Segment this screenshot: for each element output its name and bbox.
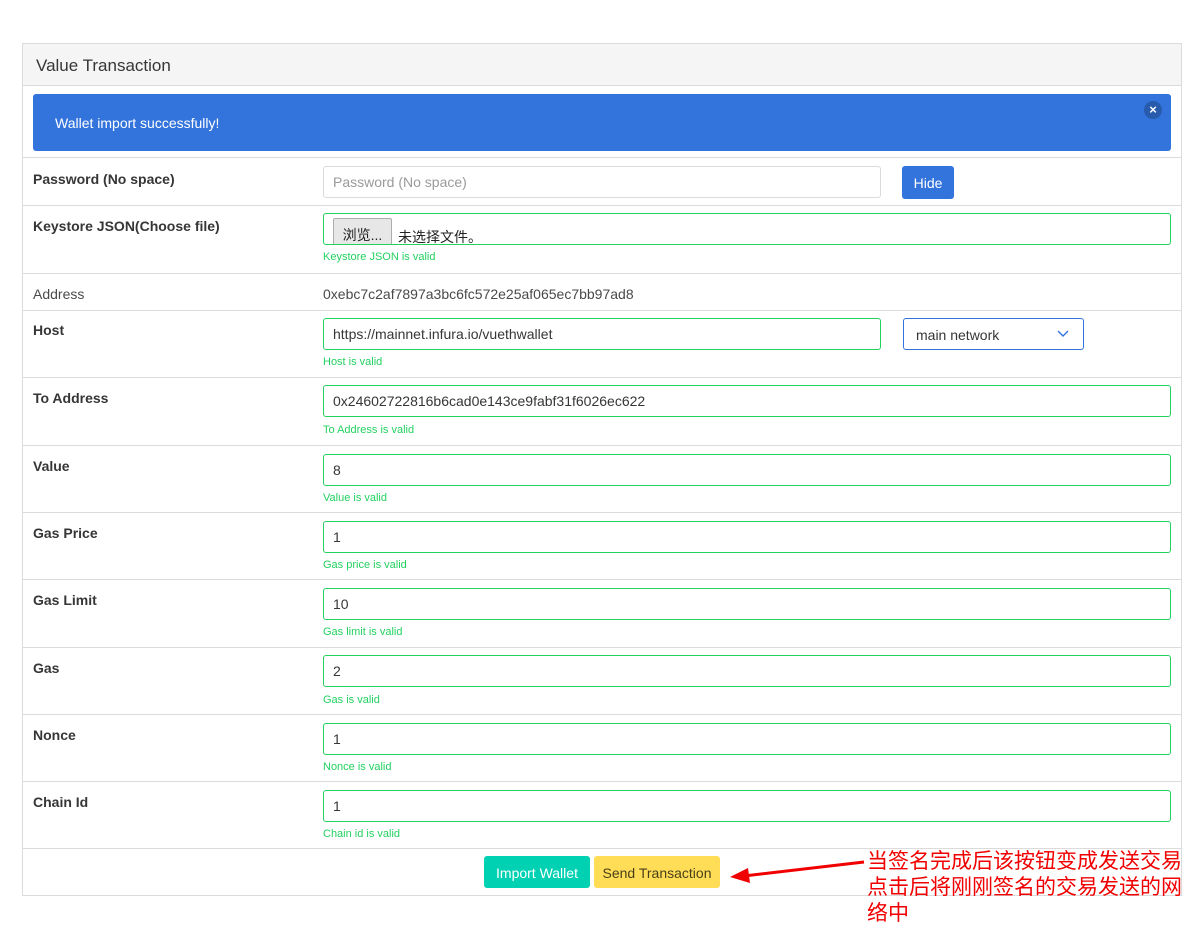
keystore-help: Keystore JSON is valid: [323, 251, 436, 263]
password-label: Password (No space): [33, 171, 175, 187]
nonce-input[interactable]: 1: [323, 723, 1171, 755]
password-input[interactable]: Password (No space): [323, 166, 881, 198]
chevron-down-icon: [1057, 330, 1069, 337]
host-label: Host: [33, 322, 65, 338]
import-wallet-button[interactable]: Import Wallet: [484, 856, 590, 888]
gas-price-label: Gas Price: [33, 525, 98, 541]
gas-price-help: Gas price is valid: [323, 559, 407, 571]
value-transaction-panel: Value Transaction Wallet import successf…: [22, 43, 1182, 896]
gas-row: Gas 2 Gas is valid: [23, 647, 1181, 714]
close-notification-button[interactable]: ×: [1144, 101, 1162, 119]
chain-id-input[interactable]: 1: [323, 790, 1171, 822]
to-address-help: To Address is valid: [323, 424, 415, 436]
gas-price-input[interactable]: 1: [323, 521, 1171, 553]
to-address-input[interactable]: 0x24602722816b6cad0e143ce9fabf31f6026ec6…: [323, 385, 1171, 417]
value-help: Value is valid: [323, 492, 387, 504]
send-transaction-button[interactable]: Send Transaction: [594, 856, 720, 888]
value-row: Value 8 Value is valid: [23, 445, 1181, 512]
annotation-text: 当签名完成后该按钮变成发送交易点击后将刚刚签名的交易发送的网络中: [867, 850, 1182, 925]
keystore-label: Keystore JSON(Choose file): [33, 218, 220, 234]
to-address-row: To Address 0x24602722816b6cad0e143ce9fab…: [23, 377, 1181, 445]
chain-id-help: Chain id is valid: [323, 828, 401, 840]
host-row: Host https://mainnet.infura.io/vuethwall…: [23, 310, 1181, 377]
gas-input[interactable]: 2: [323, 655, 1171, 687]
to-address-label: To Address: [33, 390, 109, 406]
keystore-file-input[interactable]: 浏览... 未选择文件。: [323, 213, 1171, 245]
password-row: Password (No space) Password (No space) …: [23, 157, 1181, 205]
nonce-help: Nonce is valid: [323, 761, 392, 773]
gas-price-row: Gas Price 1 Gas price is valid: [23, 512, 1181, 579]
gas-limit-label: Gas Limit: [33, 592, 97, 608]
nonce-row: Nonce 1 Nonce is valid: [23, 714, 1181, 781]
chain-id-row: Chain Id 1 Chain id is valid: [23, 781, 1181, 848]
address-label: Address: [33, 286, 85, 302]
host-help: Host is valid: [323, 356, 383, 368]
gas-label: Gas: [33, 660, 60, 676]
address-row: Address 0xebc7c2af7897a3bc6fc572e25af065…: [23, 273, 1181, 310]
gas-help: Gas is valid: [323, 694, 380, 706]
notification-message: Wallet import successfully!: [55, 115, 220, 131]
nonce-label: Nonce: [33, 727, 76, 743]
chain-id-label: Chain Id: [33, 794, 89, 810]
gas-limit-input[interactable]: 10: [323, 588, 1171, 620]
host-input[interactable]: https://mainnet.infura.io/vuethwallet: [323, 318, 881, 350]
value-input[interactable]: 8: [323, 454, 1171, 486]
file-status: 未选择文件。: [398, 229, 482, 245]
success-notification: Wallet import successfully! ×: [33, 94, 1171, 151]
gas-limit-row: Gas Limit 10 Gas limit is valid: [23, 579, 1181, 647]
value-label: Value: [33, 458, 70, 474]
network-select[interactable]: main network: [903, 318, 1084, 350]
browse-file-button[interactable]: 浏览...: [333, 218, 392, 244]
annotation-arrow-icon: [730, 860, 865, 883]
network-selected: main network: [916, 327, 1000, 343]
hide-password-button[interactable]: Hide: [902, 166, 954, 199]
address-value: 0xebc7c2af7897a3bc6fc572e25af065ec7bb97a…: [323, 286, 634, 302]
close-icon: ×: [1149, 102, 1157, 117]
panel-title: Value Transaction: [23, 44, 1181, 86]
password-placeholder: Password (No space): [333, 174, 467, 190]
keystore-row: Keystore JSON(Choose file) 浏览... 未选择文件。 …: [23, 205, 1181, 273]
gas-limit-help: Gas limit is valid: [323, 626, 403, 638]
